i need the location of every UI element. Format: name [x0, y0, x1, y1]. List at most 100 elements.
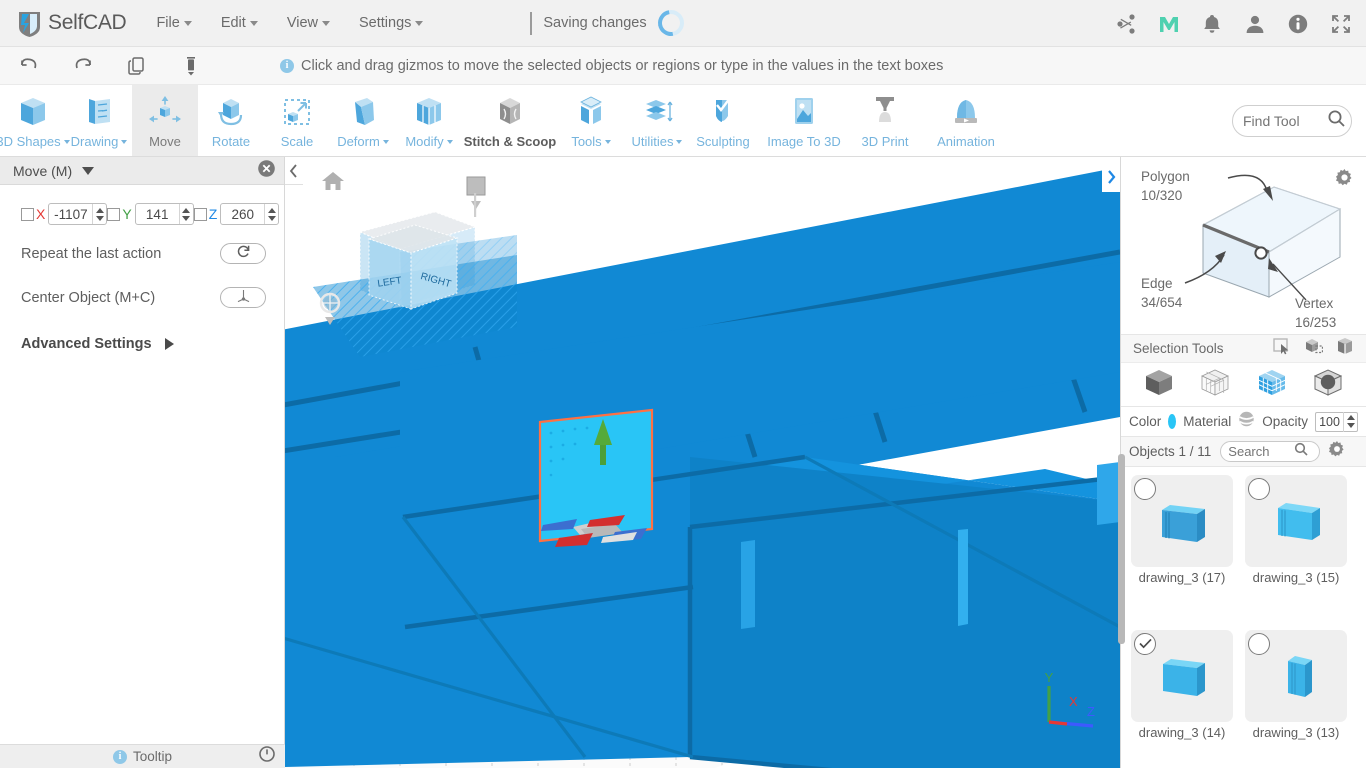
- edge-mode-icon[interactable]: [1311, 366, 1345, 403]
- viewport-collapse-left-button[interactable]: [285, 157, 303, 185]
- tool-scale[interactable]: Scale: [264, 85, 330, 156]
- advanced-settings-toggle[interactable]: Advanced Settings: [0, 336, 284, 352]
- find-tool-search[interactable]: [1232, 105, 1352, 137]
- axis-z-stepper[interactable]: [264, 204, 278, 224]
- right-properties-panel: Polygon 10/320 Edge 34/654 Vertex 16/253…: [1118, 157, 1366, 768]
- object-thumbnail[interactable]: [1131, 475, 1233, 567]
- info-icon[interactable]: [1287, 13, 1309, 35]
- search-icon[interactable]: [1327, 109, 1346, 133]
- tool-move[interactable]: Move: [132, 85, 198, 156]
- menu-file[interactable]: File: [154, 11, 193, 35]
- tool-drawing[interactable]: Drawing: [66, 85, 132, 156]
- rectangle-select-icon[interactable]: [1273, 337, 1291, 360]
- menu-file-label: File: [156, 15, 180, 31]
- 3d-viewport[interactable]: LEFT RIGHT Y X Z: [285, 157, 1120, 768]
- tool-stitch-scoop[interactable]: Stitch & Scoop: [462, 85, 558, 156]
- polygon-mode-icon[interactable]: [1255, 366, 1289, 403]
- tool-animation[interactable]: Animation: [918, 85, 1014, 156]
- 3d-print-icon: [865, 92, 905, 132]
- opacity-field[interactable]: [1315, 411, 1358, 432]
- axis-z-label: Z: [208, 206, 218, 222]
- rotate-icon: [211, 92, 251, 132]
- tooltip-status[interactable]: i Tooltip: [112, 749, 172, 764]
- bell-notification-icon[interactable]: [1201, 13, 1223, 35]
- repeat-last-action-button[interactable]: [220, 243, 266, 264]
- chevron-down-icon[interactable]: [82, 166, 95, 175]
- power-toggle-icon[interactable]: [259, 746, 275, 767]
- tool-deform-label: Deform: [337, 134, 389, 149]
- home-view-icon[interactable]: [321, 170, 345, 197]
- object-select-checkbox[interactable]: [1248, 478, 1270, 500]
- chevron-down-icon: [183, 20, 192, 26]
- vertex-mode-icon[interactable]: [1198, 366, 1232, 403]
- list-item[interactable]: drawing_3 (13): [1245, 629, 1347, 768]
- viewport-collapse-right-button[interactable]: [1102, 162, 1120, 192]
- tool-rotate[interactable]: Rotate: [198, 85, 264, 156]
- opacity-label: Opacity: [1262, 414, 1308, 429]
- mega-m-icon[interactable]: [1158, 13, 1180, 35]
- box-select-add-icon[interactable]: [1304, 337, 1324, 360]
- objects-settings-gear-icon[interactable]: [1329, 441, 1345, 462]
- axis-x-stepper[interactable]: [92, 204, 106, 224]
- menu-settings[interactable]: Settings: [357, 11, 425, 35]
- axis-z-field[interactable]: [220, 203, 280, 225]
- find-tool-input[interactable]: [1243, 113, 1327, 129]
- copy-icon[interactable]: [120, 51, 154, 81]
- tool-deform[interactable]: Deform: [330, 85, 396, 156]
- object-thumbnail[interactable]: [1245, 629, 1347, 722]
- material-sphere-icon[interactable]: [1238, 411, 1255, 432]
- redo-icon[interactable]: [66, 51, 100, 81]
- share-icon[interactable]: [1115, 13, 1137, 35]
- axis-y-field[interactable]: [134, 203, 194, 225]
- axis-z-input[interactable]: [221, 206, 265, 222]
- color-swatch[interactable]: [1168, 414, 1177, 429]
- objects-search-box[interactable]: [1220, 441, 1321, 462]
- tool-modify[interactable]: Modify: [396, 85, 462, 156]
- list-item[interactable]: drawing_3 (17): [1131, 475, 1233, 621]
- tool-utilities[interactable]: Utilities: [624, 85, 690, 156]
- axis-x-input[interactable]: [49, 206, 93, 222]
- object-mode-icon[interactable]: [1142, 366, 1176, 403]
- axis-y-input[interactable]: [135, 206, 179, 222]
- axis-group-y: Y: [107, 203, 194, 225]
- list-item[interactable]: drawing_3 (15): [1245, 475, 1347, 621]
- axis-orientation-gizmo: Y X Z: [1035, 670, 1107, 737]
- header-icon-group: [1115, 0, 1352, 47]
- view-orientation-cube[interactable]: LEFT RIGHT: [357, 205, 467, 320]
- utilities-icon: [637, 92, 677, 132]
- close-circle-icon[interactable]: [257, 159, 276, 183]
- object-select-checkbox[interactable]: [1134, 632, 1156, 655]
- object-thumbnail[interactable]: [1245, 475, 1347, 567]
- objects-search-input[interactable]: [1228, 444, 1295, 459]
- opacity-stepper[interactable]: [1343, 411, 1357, 432]
- tool-sculpting[interactable]: Sculpting: [690, 85, 756, 156]
- axis-x-field[interactable]: [48, 203, 108, 225]
- tool-3d-print[interactable]: 3D Print: [852, 85, 918, 156]
- user-account-icon[interactable]: [1244, 13, 1266, 35]
- list-item[interactable]: drawing_3 (14): [1131, 629, 1233, 768]
- edge-stat-label: Edge: [1141, 276, 1173, 291]
- opacity-input[interactable]: [1316, 414, 1343, 429]
- tool-image-to-3d[interactable]: Image To 3D: [756, 85, 852, 156]
- axis-x-checkbox[interactable]: [21, 207, 34, 221]
- center-object-button[interactable]: [220, 287, 266, 308]
- axis-y-checkbox[interactable]: [107, 207, 121, 221]
- objects-scrollbar[interactable]: [1118, 454, 1125, 644]
- menu-edit[interactable]: Edit: [219, 11, 260, 35]
- axis-z-checkbox[interactable]: [193, 207, 207, 221]
- tool-image-to-3d-label: Image To 3D: [767, 134, 841, 149]
- box-select-through-icon[interactable]: [1336, 337, 1354, 360]
- object-thumbnail[interactable]: [1131, 629, 1233, 722]
- menu-view[interactable]: View: [285, 11, 332, 35]
- axis-y-stepper[interactable]: [178, 204, 193, 224]
- tool-3d-shapes[interactable]: 3D Shapes: [0, 85, 70, 156]
- axis-y-label: Y: [122, 206, 132, 222]
- fullscreen-expand-icon[interactable]: [1330, 13, 1352, 35]
- object-select-checkbox[interactable]: [1134, 478, 1156, 500]
- app-logo[interactable]: SelfCAD: [16, 9, 127, 38]
- tool-tools[interactable]: Tools: [558, 85, 624, 156]
- object-select-checkbox[interactable]: [1248, 632, 1270, 655]
- undo-icon[interactable]: [12, 51, 46, 81]
- search-icon[interactable]: [1294, 442, 1308, 461]
- delete-trash-icon[interactable]: [174, 51, 208, 81]
